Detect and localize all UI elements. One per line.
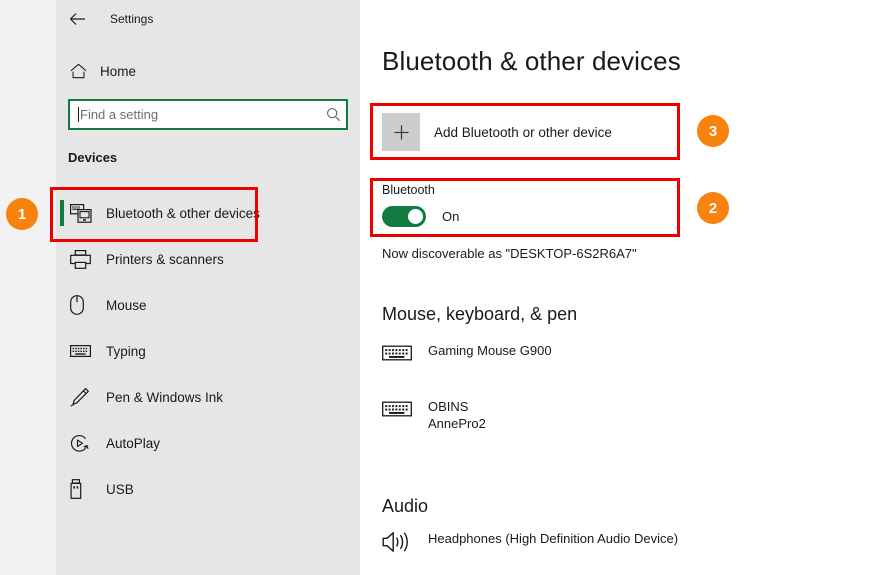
device-info: Headphones (High Definition Audio Device… bbox=[428, 530, 678, 547]
sidebar-item-label: Mouse bbox=[106, 297, 147, 313]
bluetooth-toggle[interactable] bbox=[382, 206, 426, 227]
sidebar-item-mouse[interactable]: Mouse bbox=[56, 282, 360, 328]
annotation-badge-1: 1 bbox=[6, 198, 38, 230]
home-icon bbox=[56, 63, 100, 79]
sidebar-item-typing[interactable]: Typing bbox=[56, 328, 360, 374]
titlebar-label: Settings bbox=[110, 12, 154, 26]
titlebar: Settings bbox=[56, 4, 360, 34]
device-name: Gaming Mouse G900 bbox=[428, 343, 552, 358]
device-sub-name: AnnePro2 bbox=[428, 416, 486, 431]
bluetooth-toggle-state: On bbox=[442, 209, 460, 224]
sidebar-group-title: Devices bbox=[68, 150, 118, 165]
sidebar-nav: Bluetooth & other devices Printers & sca… bbox=[56, 190, 360, 512]
list-item[interactable]: Headphones (High Definition Audio Device… bbox=[382, 530, 678, 553]
device-info: Gaming Mouse G900 bbox=[428, 342, 552, 359]
sidebar-item-autoplay[interactable]: AutoPlay bbox=[56, 420, 360, 466]
sidebar-item-label: Bluetooth & other devices bbox=[106, 205, 260, 221]
settings-window: Settings Home Find a setting Devices Blu… bbox=[0, 0, 882, 575]
sidebar-item-label: Printers & scanners bbox=[106, 251, 224, 267]
add-device-button[interactable]: Add Bluetooth or other device bbox=[382, 108, 682, 156]
sidebar-item-pen-windows-ink[interactable]: Pen & Windows Ink bbox=[56, 374, 360, 420]
toggle-knob bbox=[408, 209, 423, 224]
keyboard-icon bbox=[70, 344, 106, 358]
bluetooth-devices-icon bbox=[70, 203, 106, 223]
sidebar-item-home-label: Home bbox=[100, 63, 137, 79]
list-item[interactable]: Gaming Mouse G900 bbox=[382, 342, 552, 363]
search-placeholder: Find a setting bbox=[80, 107, 159, 122]
annotation-badge-2: 2 bbox=[697, 192, 729, 224]
keyboard-icon bbox=[382, 398, 428, 419]
bluetooth-toggle-row: On bbox=[382, 206, 459, 227]
discoverable-text: Now discoverable as "DESKTOP-6S2R6A7" bbox=[382, 246, 637, 261]
window-left-margin bbox=[0, 0, 56, 575]
speaker-icon bbox=[382, 530, 428, 553]
search-input[interactable]: Find a setting bbox=[68, 99, 348, 130]
annotation-badge-3: 3 bbox=[697, 115, 729, 147]
back-arrow-icon[interactable] bbox=[56, 4, 98, 34]
sidebar: Settings Home Find a setting Devices Blu… bbox=[56, 0, 360, 575]
bluetooth-label: Bluetooth bbox=[382, 183, 435, 197]
plus-icon bbox=[382, 113, 420, 151]
sidebar-item-printers-scanners[interactable]: Printers & scanners bbox=[56, 236, 360, 282]
device-name: OBINS bbox=[428, 399, 469, 414]
sidebar-item-label: Pen & Windows Ink bbox=[106, 389, 224, 405]
sidebar-item-usb[interactable]: USB bbox=[56, 466, 360, 512]
pen-icon bbox=[70, 387, 106, 407]
list-item[interactable]: OBINS AnnePro2 bbox=[382, 398, 486, 432]
sidebar-item-label: AutoPlay bbox=[106, 435, 161, 451]
keyboard-icon bbox=[382, 342, 428, 363]
sidebar-item-label: USB bbox=[106, 481, 134, 497]
mouse-icon bbox=[70, 295, 106, 315]
device-info: OBINS AnnePro2 bbox=[428, 398, 486, 432]
printer-icon bbox=[70, 249, 106, 269]
usb-icon bbox=[70, 479, 106, 499]
search-icon[interactable] bbox=[320, 107, 346, 122]
section-heading-audio: Audio bbox=[382, 496, 429, 516]
sidebar-item-bluetooth-other-devices[interactable]: Bluetooth & other devices bbox=[56, 190, 360, 236]
sidebar-item-home[interactable]: Home bbox=[56, 56, 360, 86]
sidebar-item-label: Typing bbox=[106, 343, 146, 359]
bluetooth-setting: Bluetooth On bbox=[382, 183, 459, 227]
add-device-label: Add Bluetooth or other device bbox=[434, 124, 612, 140]
main-content: Bluetooth & other devices Add Bluetooth … bbox=[360, 0, 882, 575]
page-title: Bluetooth & other devices bbox=[382, 46, 681, 76]
section-heading-mouse-keyboard-pen: Mouse, keyboard, & pen bbox=[382, 304, 578, 324]
autoplay-icon bbox=[70, 434, 106, 453]
device-name: Headphones (High Definition Audio Device… bbox=[428, 531, 679, 546]
